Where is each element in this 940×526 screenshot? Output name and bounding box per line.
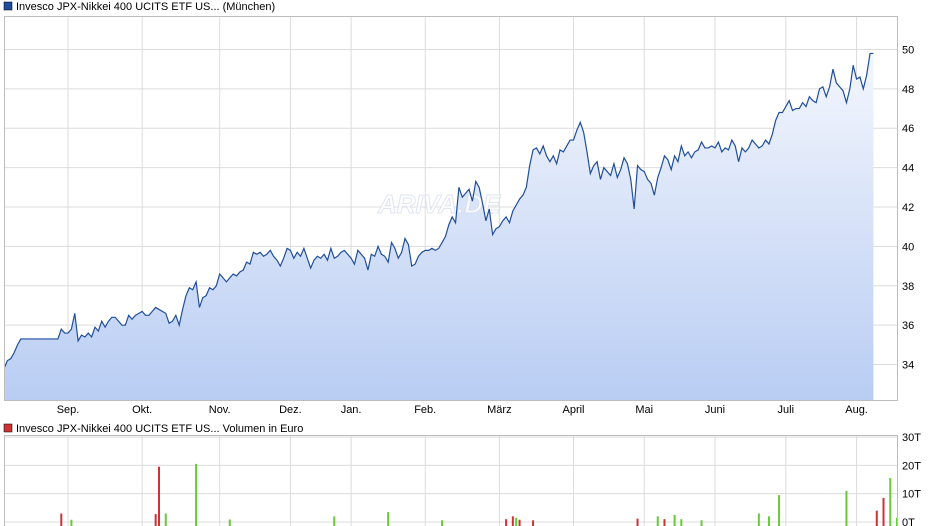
volume-bar	[663, 519, 666, 526]
price-y-tick-label: 42	[902, 202, 914, 214]
volume-bar	[158, 466, 161, 526]
price-legend-label: Invesco JPX-Nikkei 400 UCITS ETF US... (…	[16, 1, 275, 13]
volume-bar	[70, 519, 73, 526]
price-y-tick-label: 38	[902, 281, 914, 293]
volume-bar	[757, 513, 760, 526]
volume-bar	[767, 516, 770, 526]
price-x-tick-label: Aug.	[845, 404, 868, 416]
volume-bar	[511, 516, 514, 526]
price-y-axis: 34 36 38 40 42 44 46 48 50	[902, 44, 914, 371]
volume-bar	[636, 518, 639, 526]
price-x-tick-label: Mai	[635, 404, 653, 416]
volume-bar	[656, 516, 659, 526]
volume-panel-frame	[4, 435, 898, 526]
price-x-axis: Sep. Okt. Nov. Dez. Jan. Feb. März April Mai Juni…	[57, 404, 868, 416]
price-x-tick-label: Jan.	[341, 404, 362, 416]
price-x-tick-label: April	[562, 404, 584, 416]
price-x-tick-label: Dez.	[279, 404, 302, 416]
volume-y-axis: 0T 10T 20T 30T	[902, 432, 921, 526]
price-x-tick-label: Feb.	[414, 404, 436, 416]
volume-bar	[700, 520, 703, 526]
price-y-tick-label: 36	[902, 320, 914, 332]
volume-y-tick-label: 20T	[902, 460, 921, 472]
volume-bar	[875, 510, 878, 526]
volume-bar	[154, 514, 157, 526]
volume-bar	[889, 478, 892, 526]
volume-bar	[441, 520, 444, 526]
price-y-tick-label: 48	[902, 84, 914, 96]
volume-bar	[333, 516, 336, 526]
volume-bars	[60, 463, 897, 526]
volume-bar	[673, 514, 676, 526]
volume-bar	[228, 519, 231, 526]
volume-bar	[680, 519, 683, 526]
volume-bar	[515, 517, 518, 526]
volume-y-tick-label: 10T	[902, 489, 921, 501]
volume-bar	[518, 519, 521, 526]
price-y-tick-label: 46	[902, 123, 914, 135]
price-legend-swatch	[3, 1, 13, 11]
price-x-tick-label: Nov.	[209, 404, 231, 416]
price-volume-chart: Invesco JPX-Nikkei 400 UCITS ETF US... (…	[3, 1, 921, 526]
volume-bar	[778, 495, 781, 526]
price-x-tick-label: Okt.	[132, 404, 152, 416]
volume-legend-swatch	[3, 423, 13, 433]
volume-bar	[387, 512, 390, 526]
volume-bar	[60, 513, 63, 526]
price-x-tick-label: März	[487, 404, 511, 416]
volume-y-tick-label: 30T	[902, 432, 921, 444]
volume-bar	[532, 520, 535, 526]
volume-grid	[4, 435, 897, 526]
price-x-tick-label: Juni	[705, 404, 725, 416]
volume-bar	[195, 463, 198, 526]
price-y-tick-label: 40	[902, 241, 914, 253]
volume-bar	[164, 513, 167, 526]
volume-bar	[505, 519, 508, 526]
volume-bar	[845, 490, 848, 526]
volume-legend-label: Invesco JPX-Nikkei 400 UCITS ETF US... V…	[16, 423, 303, 435]
price-x-tick-label: Sep.	[57, 404, 80, 416]
price-y-tick-label: 50	[902, 44, 914, 56]
volume-y-tick-label: 0T	[902, 517, 915, 526]
volume-bar	[882, 497, 885, 526]
price-x-tick-label: Juli	[778, 404, 795, 416]
price-area-fill	[4, 53, 874, 400]
price-y-tick-label: 44	[902, 163, 914, 175]
price-y-tick-label: 34	[902, 360, 914, 372]
